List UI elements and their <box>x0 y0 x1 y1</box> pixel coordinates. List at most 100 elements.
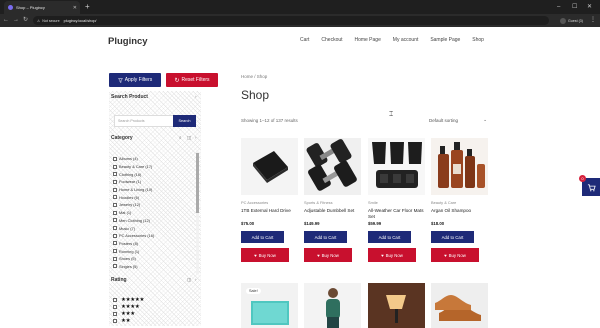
product-image[interactable] <box>368 283 425 328</box>
product-category[interactable]: Smile <box>368 200 425 205</box>
address-bar[interactable]: ⚠ Not secure plugincy.local/shop/ <box>33 16 549 25</box>
product-category[interactable]: Sports & Fitness <box>304 200 361 205</box>
category-option[interactable]: Jewelry (12) <box>113 201 197 209</box>
product-image[interactable] <box>304 138 361 195</box>
rating-3-stars[interactable]: ★★★ <box>121 311 135 317</box>
category-option[interactable]: Footwear (1) <box>113 178 197 186</box>
product-image[interactable] <box>304 283 361 328</box>
category-option[interactable]: Clothing (16) <box>113 170 197 178</box>
checkbox[interactable] <box>113 218 117 223</box>
category-option[interactable]: Beauty & Care (17) <box>113 163 197 171</box>
search-icon[interactable]: ⌕ <box>179 135 182 140</box>
add-to-cart-button[interactable]: Add to Cart <box>304 231 347 243</box>
site-logo[interactable]: Plugincy <box>108 36 148 47</box>
sorting-select[interactable]: Default sorting ⌄ <box>429 116 487 124</box>
product-name[interactable]: 1TB External Hard Drive <box>241 208 298 219</box>
rating-checkbox-2[interactable] <box>113 319 117 323</box>
hard-drive-image <box>253 151 288 183</box>
chevron-right-icon[interactable]: › <box>195 94 197 99</box>
checkbox[interactable] <box>113 202 117 207</box>
product-image[interactable] <box>368 138 425 195</box>
maximize-icon[interactable]: ☐ <box>572 2 577 12</box>
nav-my-account[interactable]: My account <box>393 37 419 43</box>
buy-now-button[interactable]: ♥ Buy Now <box>368 248 416 262</box>
category-option[interactable]: Posters (8) <box>113 240 197 248</box>
category-option[interactable]: Shoes (5) <box>113 255 197 263</box>
rating-checkbox-3[interactable] <box>113 312 117 316</box>
new-tab-icon[interactable]: + <box>85 1 90 13</box>
category-scrollbar-thumb[interactable] <box>196 153 199 213</box>
search-input[interactable]: Search Products <box>114 115 176 127</box>
breadcrumb: Home / Shop <box>241 74 268 79</box>
checkbox[interactable] <box>113 187 117 192</box>
back-icon[interactable]: ← <box>3 15 9 26</box>
rating-checkbox-4[interactable] <box>113 305 117 309</box>
category-option[interactable]: Singles (5) <box>113 263 197 271</box>
buy-now-button[interactable]: ♥ Buy Now <box>304 248 352 262</box>
product-category[interactable]: PC Accessories <box>241 200 298 205</box>
checkbox[interactable] <box>113 264 117 269</box>
category-option[interactable]: Home & Living (10) <box>113 186 197 194</box>
chevron-right-icon[interactable]: › <box>195 135 197 140</box>
floating-cart-button[interactable]: 0 <box>579 175 600 196</box>
product-image[interactable]: Sale! <box>241 283 298 328</box>
category-option[interactable]: Running (1) <box>113 247 197 255</box>
add-to-cart-button[interactable]: Add to Cart <box>368 231 411 243</box>
rating-checkbox-5[interactable] <box>113 298 117 302</box>
buy-now-button[interactable]: ♥ Buy Now <box>241 248 289 262</box>
profile-button[interactable]: Guest (3) <box>560 16 583 25</box>
list-toggle-icon[interactable]: ◫ <box>187 277 191 283</box>
product-image[interactable] <box>241 138 298 195</box>
browser-tab[interactable]: Shop – Plugincy ✕ <box>4 1 80 14</box>
category-option[interactable]: Hoodies (6) <box>113 193 197 201</box>
rating-2-stars[interactable]: ★★ <box>121 318 131 324</box>
product-card: Smile All-Weather Car Floor Mats Set $59… <box>368 138 425 262</box>
checkbox[interactable] <box>113 172 117 177</box>
product-image[interactable] <box>431 283 488 328</box>
nav-cart[interactable]: Cart <box>300 37 309 43</box>
minimize-icon[interactable]: – <box>557 2 560 12</box>
category-option[interactable]: Music (7) <box>113 224 197 232</box>
checkbox[interactable] <box>113 156 117 161</box>
close-window-icon[interactable]: ✕ <box>587 2 592 12</box>
checkbox[interactable] <box>113 210 117 215</box>
category-option[interactable]: Mat (1) <box>113 209 197 217</box>
nav-shop[interactable]: Shop <box>472 37 484 43</box>
category-option[interactable]: Men Clothing (12) <box>113 217 197 225</box>
nav-sample-page[interactable]: Sample Page <box>430 37 460 43</box>
forward-icon[interactable]: → <box>13 15 19 26</box>
product-category[interactable]: Beauty & Care <box>431 200 488 205</box>
checkbox[interactable] <box>113 195 117 200</box>
dumbbell-image <box>306 139 357 191</box>
checkbox[interactable] <box>113 233 117 238</box>
category-option[interactable]: Albums (4) <box>113 155 197 163</box>
checkbox[interactable] <box>113 241 117 246</box>
chevron-right-icon[interactable]: › <box>195 277 197 282</box>
browser-menu-icon[interactable]: ⋮ <box>590 15 596 26</box>
search-button[interactable]: Search <box>173 115 196 127</box>
rating-4-stars[interactable]: ★★★★ <box>121 304 140 310</box>
checkbox[interactable] <box>113 164 117 169</box>
checkbox[interactable] <box>113 256 117 261</box>
rating-5-stars[interactable]: ★★★★★ <box>121 297 144 303</box>
nav-home-page[interactable]: Home Page <box>354 37 380 43</box>
reset-filters-button[interactable]: ↻ Reset Filters <box>166 73 218 87</box>
buy-now-button[interactable]: ♥ Buy Now <box>431 248 479 262</box>
product-image[interactable] <box>431 138 488 195</box>
checkbox[interactable] <box>113 249 117 254</box>
list-toggle-icon[interactable]: ◫ <box>187 135 191 141</box>
category-option[interactable]: PC Accessories (16) <box>113 232 197 240</box>
security-indicator[interactable]: ⚠ Not secure <box>37 19 60 23</box>
add-to-cart-button[interactable]: Add to Cart <box>431 231 474 243</box>
add-to-cart-button[interactable]: Add to Cart <box>241 231 284 243</box>
checkbox[interactable] <box>113 226 117 231</box>
close-tab-icon[interactable]: ✕ <box>73 5 77 11</box>
product-name[interactable]: All-Weather Car Floor Mats Set <box>368 208 425 219</box>
product-name[interactable]: Adjustable Dumbbell Set <box>304 208 361 219</box>
nav-checkout[interactable]: Checkout <box>321 37 342 43</box>
reload-icon[interactable]: ↻ <box>23 15 28 26</box>
checkbox[interactable] <box>113 179 117 184</box>
apply-filters-button[interactable]: Apply Filters <box>109 73 161 87</box>
product-card: Beauty & Care Argan Oil Shampoo $18.00 A… <box>431 138 488 262</box>
product-name[interactable]: Argan Oil Shampoo <box>431 208 488 219</box>
